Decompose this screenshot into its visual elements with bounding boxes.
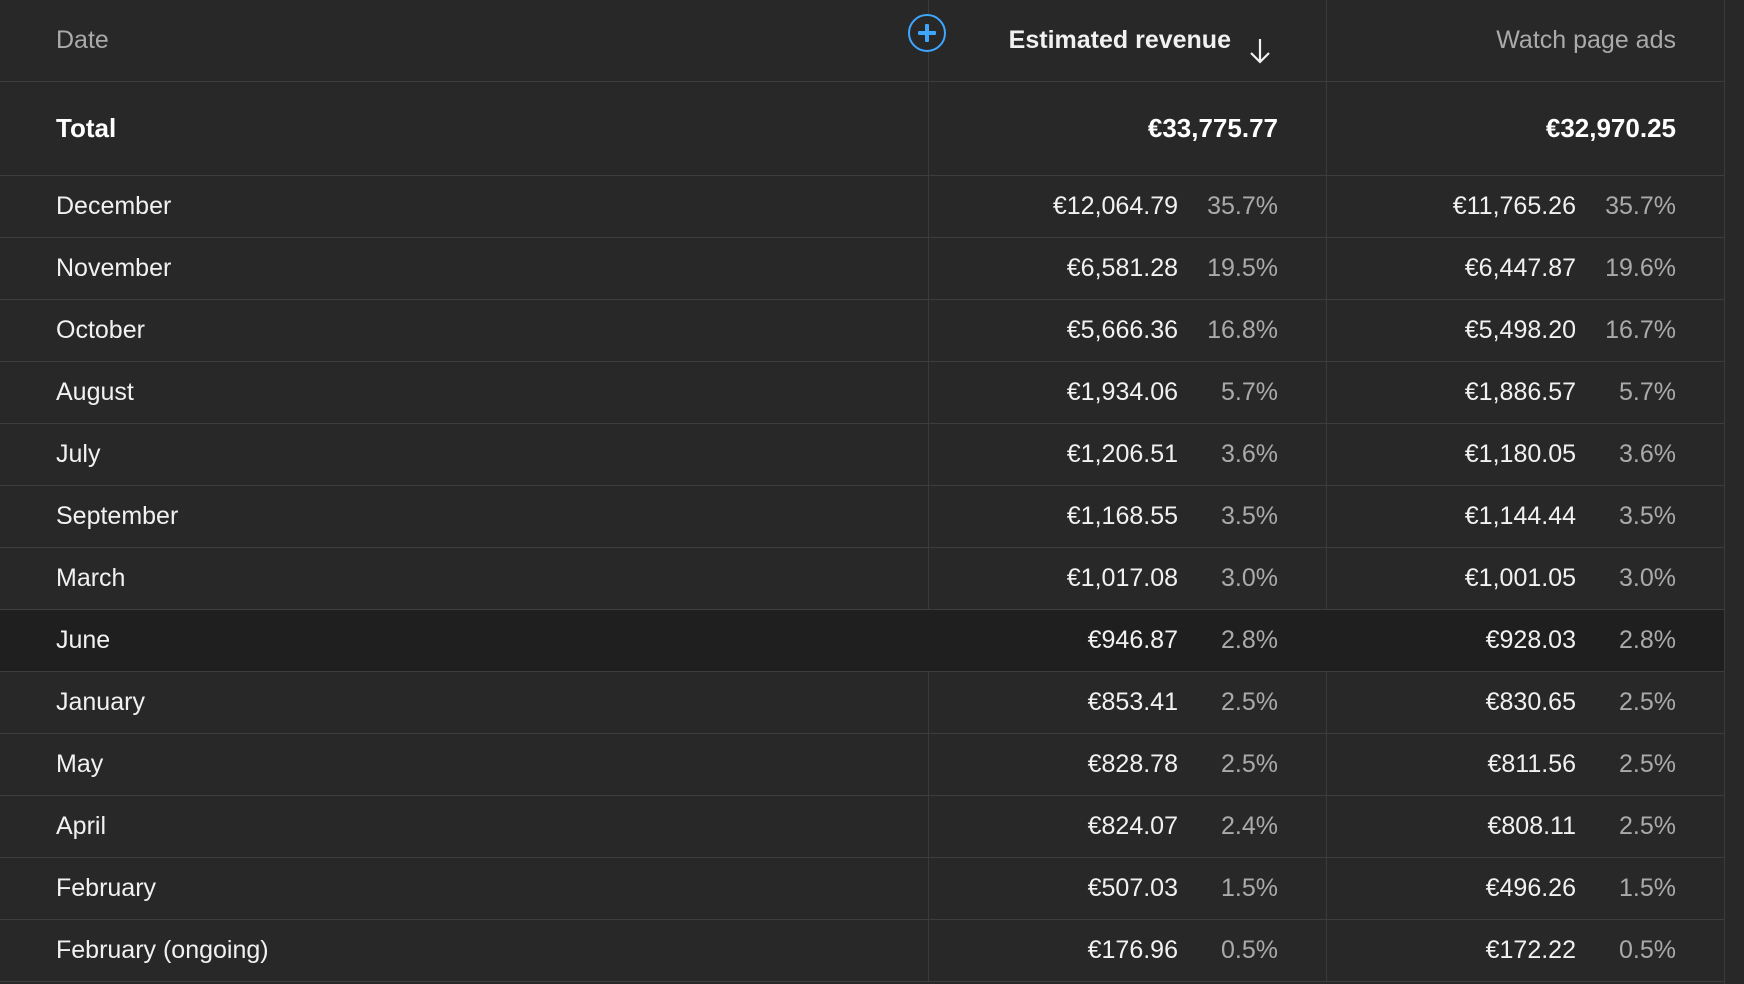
row-revenue-percent: 35.7% bbox=[1207, 192, 1278, 220]
row-revenue-percent: 2.5% bbox=[1221, 688, 1278, 716]
row-date: October bbox=[56, 316, 145, 344]
row-watch-page-ads: €1,144.44 bbox=[1464, 502, 1576, 530]
table-row[interactable]: July €1,206.51 3.6% €1,180.05 3.6% bbox=[0, 424, 1724, 486]
row-revenue: €824.07 bbox=[1087, 812, 1178, 840]
column-divider bbox=[1724, 0, 1725, 984]
row-revenue-percent: 0.5% bbox=[1221, 936, 1278, 964]
table-row[interactable]: February (ongoing) €176.96 0.5% €172.22 0.5% bbox=[0, 920, 1724, 982]
row-date: November bbox=[56, 254, 172, 282]
row-date: July bbox=[56, 440, 101, 468]
column-header-watch-page-ads[interactable]: Watch page ads bbox=[1496, 0, 1676, 81]
plus-circle-icon bbox=[918, 24, 936, 42]
row-watch-page-ads: €5,498.20 bbox=[1464, 316, 1576, 344]
row-date: August bbox=[56, 378, 134, 406]
row-watch-page-ads: €1,886.57 bbox=[1464, 378, 1576, 406]
row-watch-page-ads-percent: 3.0% bbox=[1619, 564, 1676, 592]
row-watch-page-ads: €172.22 bbox=[1485, 936, 1576, 964]
table-row[interactable]: December €12,064.79 35.7% €11,765.26 35.7% bbox=[0, 176, 1724, 238]
row-watch-page-ads-percent: 2.5% bbox=[1619, 688, 1676, 716]
row-revenue: €1,206.51 bbox=[1066, 440, 1178, 468]
row-revenue: €12,064.79 bbox=[1052, 192, 1178, 220]
total-row: Total €33,775.77 €32,970.25 bbox=[0, 82, 1724, 176]
table-row[interactable]: September €1,168.55 3.5% €1,144.44 3.5% bbox=[0, 486, 1724, 548]
row-watch-page-ads-percent: 16.7% bbox=[1605, 316, 1676, 344]
row-watch-page-ads: €496.26 bbox=[1485, 874, 1576, 902]
row-revenue: €828.78 bbox=[1087, 750, 1178, 778]
row-date: January bbox=[56, 688, 145, 716]
row-revenue-percent: 3.5% bbox=[1221, 502, 1278, 530]
row-watch-page-ads: €811.56 bbox=[1487, 750, 1576, 778]
row-watch-page-ads-percent: 0.5% bbox=[1619, 936, 1676, 964]
total-revenue: €33,775.77 bbox=[1147, 113, 1278, 143]
row-watch-page-ads: €808.11 bbox=[1487, 812, 1576, 840]
row-date: December bbox=[56, 192, 172, 220]
row-revenue: €1,934.06 bbox=[1066, 378, 1178, 406]
table-row[interactable]: June €946.87 2.8% €928.03 2.8% bbox=[0, 610, 1724, 672]
row-revenue: €853.41 bbox=[1087, 688, 1178, 716]
row-date: February (ongoing) bbox=[56, 936, 269, 964]
row-revenue-percent: 1.5% bbox=[1221, 874, 1278, 902]
total-watch-page-ads: €32,970.25 bbox=[1545, 113, 1676, 143]
row-revenue-percent: 3.6% bbox=[1221, 440, 1278, 468]
row-watch-page-ads-percent: 35.7% bbox=[1605, 192, 1676, 220]
row-revenue-percent: 19.5% bbox=[1207, 254, 1278, 282]
revenue-table: Date Estimated revenue Watch page ads To… bbox=[0, 0, 1744, 984]
column-header-estimated-revenue[interactable]: Estimated revenue bbox=[1009, 0, 1231, 81]
row-revenue-percent: 5.7% bbox=[1221, 378, 1278, 406]
row-revenue: €6,581.28 bbox=[1066, 254, 1178, 282]
total-label: Total bbox=[56, 113, 117, 143]
row-revenue: €946.87 bbox=[1087, 626, 1178, 654]
table-row[interactable]: May €828.78 2.5% €811.56 2.5% bbox=[0, 734, 1724, 796]
row-watch-page-ads-percent: 3.5% bbox=[1619, 502, 1676, 530]
row-watch-page-ads-percent: 19.6% bbox=[1605, 254, 1676, 282]
row-watch-page-ads-percent: 2.8% bbox=[1619, 626, 1676, 654]
row-date: May bbox=[56, 750, 104, 778]
table-row[interactable]: November €6,581.28 19.5% €6,447.87 19.6% bbox=[0, 238, 1724, 300]
row-revenue-percent: 16.8% bbox=[1207, 316, 1278, 344]
row-date: March bbox=[56, 564, 126, 592]
arrow-down-icon[interactable] bbox=[1248, 36, 1272, 66]
row-revenue-percent: 2.5% bbox=[1221, 750, 1278, 778]
table-row[interactable]: April €824.07 2.4% €808.11 2.5% bbox=[0, 796, 1724, 858]
row-watch-page-ads: €6,447.87 bbox=[1464, 254, 1576, 282]
add-column-button[interactable] bbox=[908, 14, 946, 52]
row-watch-page-ads: €1,001.05 bbox=[1464, 564, 1576, 592]
row-date: February bbox=[56, 874, 157, 902]
row-watch-page-ads: €1,180.05 bbox=[1464, 440, 1576, 468]
table-row[interactable]: October €5,666.36 16.8% €5,498.20 16.7% bbox=[0, 300, 1724, 362]
row-revenue: €1,017.08 bbox=[1066, 564, 1178, 592]
table-row[interactable]: January €853.41 2.5% €830.65 2.5% bbox=[0, 672, 1724, 734]
row-watch-page-ads: €830.65 bbox=[1485, 688, 1576, 716]
table-row[interactable]: August €1,934.06 5.7% €1,886.57 5.7% bbox=[0, 362, 1724, 424]
column-header-date[interactable]: Date bbox=[56, 0, 109, 81]
table-row[interactable]: March €1,017.08 3.0% €1,001.05 3.0% bbox=[0, 548, 1724, 610]
row-watch-page-ads: €11,765.26 bbox=[1452, 192, 1576, 220]
table-header: Date Estimated revenue Watch page ads bbox=[0, 0, 1724, 82]
row-revenue: €176.96 bbox=[1087, 936, 1178, 964]
row-watch-page-ads-percent: 2.5% bbox=[1619, 812, 1676, 840]
row-date: June bbox=[56, 626, 111, 654]
row-date: September bbox=[56, 502, 179, 530]
row-watch-page-ads-percent: 1.5% bbox=[1619, 874, 1676, 902]
table-row[interactable]: February €507.03 1.5% €496.26 1.5% bbox=[0, 858, 1724, 920]
row-date: April bbox=[56, 812, 107, 840]
row-revenue-percent: 2.8% bbox=[1221, 626, 1278, 654]
row-revenue-percent: 2.4% bbox=[1221, 812, 1278, 840]
row-revenue: €5,666.36 bbox=[1066, 316, 1178, 344]
row-revenue-percent: 3.0% bbox=[1221, 564, 1278, 592]
row-watch-page-ads-percent: 5.7% bbox=[1619, 378, 1676, 406]
row-watch-page-ads-percent: 2.5% bbox=[1619, 750, 1676, 778]
row-watch-page-ads: €928.03 bbox=[1485, 626, 1576, 654]
row-revenue: €507.03 bbox=[1087, 874, 1178, 902]
row-revenue: €1,168.55 bbox=[1066, 502, 1178, 530]
row-watch-page-ads-percent: 3.6% bbox=[1619, 440, 1676, 468]
